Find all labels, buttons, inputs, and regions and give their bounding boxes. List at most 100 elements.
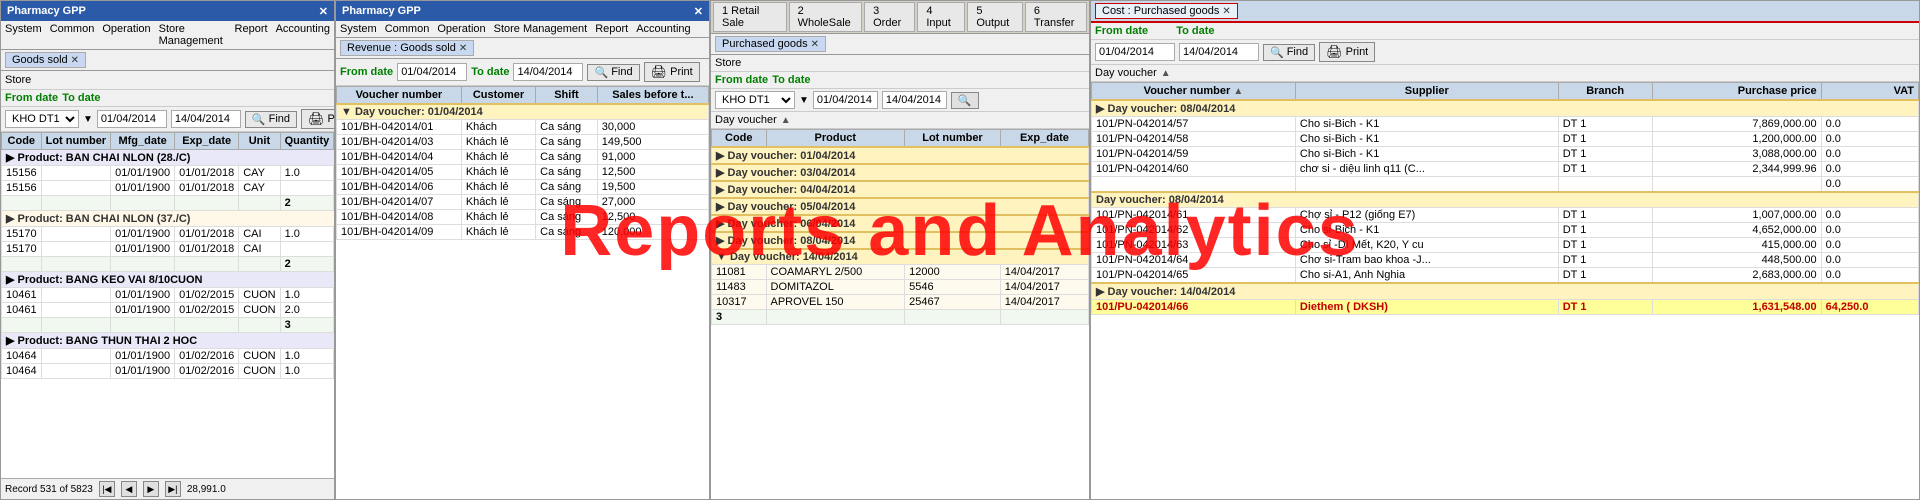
nav-prev[interactable]: ◀	[121, 481, 137, 497]
menu-accounting[interactable]: Accounting	[276, 23, 330, 47]
p4-col-voucher: Voucher number ▲	[1092, 83, 1296, 101]
tab-revenue-close[interactable]: ✕	[459, 43, 467, 54]
dv-14: ▼ Day voucher: 14/04/2014	[712, 249, 1089, 265]
panel3-store-controls: From date To date	[711, 72, 1089, 89]
menu-common[interactable]: Common	[50, 23, 95, 47]
sort-icon[interactable]: ▲	[781, 115, 791, 126]
tab-cost-purchased-goods[interactable]: Cost : Purchased goods ✕	[1095, 3, 1238, 19]
day-voucher-label: Day voucher	[715, 114, 777, 126]
store-select[interactable]: KHO DT1	[5, 110, 79, 128]
p4-print-button[interactable]: 🖨 Print	[1319, 42, 1375, 62]
printer-icon: 🖨	[308, 111, 325, 127]
panel4-day-voucher-header: Day voucher ▲	[1091, 65, 1919, 82]
p2-printer-icon: 🖨	[651, 64, 668, 80]
menu-store-mgmt[interactable]: Store Management	[159, 23, 227, 47]
p3-to-label: To date	[772, 74, 810, 86]
p3-from-input[interactable]	[813, 91, 878, 109]
p2-binoculars-icon: 🔍	[594, 66, 608, 79]
dv-03: ▶ Day voucher: 03/04/2014	[712, 164, 1089, 181]
menu-operation[interactable]: Operation	[102, 23, 150, 47]
p4-printer-icon: 🖨	[1326, 44, 1343, 60]
table-row: 101/PN-042014/61	[1092, 208, 1296, 223]
panel1-store-controls: KHO DT1 ▼ 🔍 Find 🖨 Print	[1, 107, 334, 132]
tab-output[interactable]: 5 Output	[967, 2, 1023, 32]
find-button[interactable]: 🔍 Find	[245, 111, 297, 128]
p4-to-input[interactable]	[1179, 43, 1259, 61]
tab-retail-sale[interactable]: 1 Retail Sale	[713, 2, 787, 32]
print-button[interactable]: 🖨 Print	[301, 109, 335, 129]
status-text: Record 531 of 5823	[5, 484, 93, 495]
menu-report[interactable]: Report	[235, 23, 268, 47]
menu-system[interactable]: System	[5, 23, 42, 47]
tab-purchased-goods[interactable]: Purchased goods ✕	[715, 36, 826, 52]
menu2-common[interactable]: Common	[385, 23, 430, 35]
table-row: 10464	[2, 349, 42, 364]
to-date-input[interactable]	[171, 110, 241, 128]
tab-goods-sold[interactable]: Goods sold ✕	[5, 52, 86, 68]
col-unit: Unit	[239, 133, 280, 150]
panel3-table-container: Code Product Lot number Exp_date ▶ Day v…	[711, 129, 1089, 499]
menu2-system[interactable]: System	[340, 23, 377, 35]
tab-input[interactable]: 4 Input	[917, 2, 965, 32]
p4-to-label: To date	[1176, 25, 1214, 37]
menu2-accounting[interactable]: Accounting	[636, 23, 690, 35]
table-row: 101/BH-042014/06	[337, 180, 462, 195]
p3-store-select[interactable]: KHO DT1	[715, 91, 795, 109]
p3-find-button[interactable]: 🔍	[951, 92, 979, 109]
from-date-input[interactable]	[97, 110, 167, 128]
nav-last[interactable]: ▶|	[165, 481, 181, 497]
table-row: 10464	[2, 364, 42, 379]
p2-print-button[interactable]: 🖨 Print	[644, 62, 700, 82]
menu2-storemgmt[interactable]: Store Management	[494, 23, 588, 35]
tab-cost-close[interactable]: ✕	[1222, 6, 1230, 17]
store-arrow: ▼	[83, 114, 93, 125]
tab-goods-sold-close[interactable]: ✕	[71, 55, 79, 66]
table-row: 101/PN-042014/65	[1092, 268, 1296, 284]
panel2-close-icon[interactable]: ✕	[694, 5, 703, 18]
panel-revenue: Pharmacy GPP ✕ System Common Operation S…	[335, 0, 710, 500]
panel2-titlebar: Pharmacy GPP ✕	[336, 1, 709, 21]
tab-transfer[interactable]: 6 Transfer	[1025, 2, 1087, 32]
p3-store-arrow: ▼	[799, 95, 809, 106]
p4-from-input[interactable]	[1095, 43, 1175, 61]
p2-from-input[interactable]	[397, 63, 467, 81]
p4-dv-08b: Day voucher: 08/04/2014	[1092, 192, 1919, 208]
p2-find-button[interactable]: 🔍 Find	[587, 64, 639, 81]
panel-goods-sold: Pharmacy GPP ✕ System Common Operation S…	[0, 0, 335, 500]
dv-04: ▶ Day voucher: 04/04/2014	[712, 181, 1089, 198]
p3-to-input[interactable]	[882, 91, 947, 109]
p4-from-label: From date	[1095, 25, 1148, 37]
dv-01: ▶ Day voucher: 01/04/2014	[712, 147, 1089, 164]
nav-next[interactable]: ▶	[143, 481, 159, 497]
table-row: 101/PN-042014/57	[1092, 117, 1296, 132]
group-banchai28: ▶ Product: BAN CHAI NLON (28./C)	[2, 150, 335, 166]
panel1-table: Code Lot number Mfg_date Exp_date Unit Q…	[1, 132, 334, 379]
panel2-title: Pharmacy GPP	[342, 5, 421, 17]
table-row: 101/BH-042014/09	[337, 225, 462, 240]
panel3-tabbar: Purchased goods ✕	[711, 34, 1089, 55]
p4-binoculars-icon: 🔍	[1270, 46, 1284, 59]
tab-order[interactable]: 3 Order	[864, 2, 915, 32]
menu2-operation[interactable]: Operation	[437, 23, 485, 35]
p4-sort-icon[interactable]: ▲	[1161, 68, 1171, 79]
dv-08: ▶ Day voucher: 08/04/2014	[712, 232, 1089, 249]
tab-purchased-close[interactable]: ✕	[811, 39, 819, 50]
panel1-close-icon[interactable]: ✕	[319, 5, 328, 18]
dv-06: ▶ Day voucher: 06/04/2014	[712, 215, 1089, 232]
day-voucher-p2-1: ▼ Day voucher: 01/04/2014	[337, 104, 709, 120]
panel2-tabbar: Revenue : Goods sold ✕	[336, 38, 709, 59]
p3-col-product: Product	[766, 130, 905, 148]
p3-store-label: Store	[715, 57, 741, 69]
col-qty: Quantity	[280, 133, 334, 150]
col-code: Code	[2, 133, 42, 150]
p4-find-button[interactable]: 🔍 Find	[1263, 44, 1315, 61]
p2-col-voucher: Voucher number	[337, 87, 462, 105]
p4-dv-14: ▶ Day voucher: 14/04/2014	[1092, 283, 1919, 300]
tab-wholesale[interactable]: 2 WholeSale	[789, 2, 863, 32]
group-bangkeo: ▶ Product: BANG KEO VAI 8/10CUON	[2, 272, 335, 288]
p2-from-label: From date	[340, 66, 393, 78]
tab-revenue-goods-sold[interactable]: Revenue : Goods sold ✕	[340, 40, 474, 56]
menu2-report[interactable]: Report	[595, 23, 628, 35]
p2-to-input[interactable]	[513, 63, 583, 81]
nav-first[interactable]: |◀	[99, 481, 115, 497]
